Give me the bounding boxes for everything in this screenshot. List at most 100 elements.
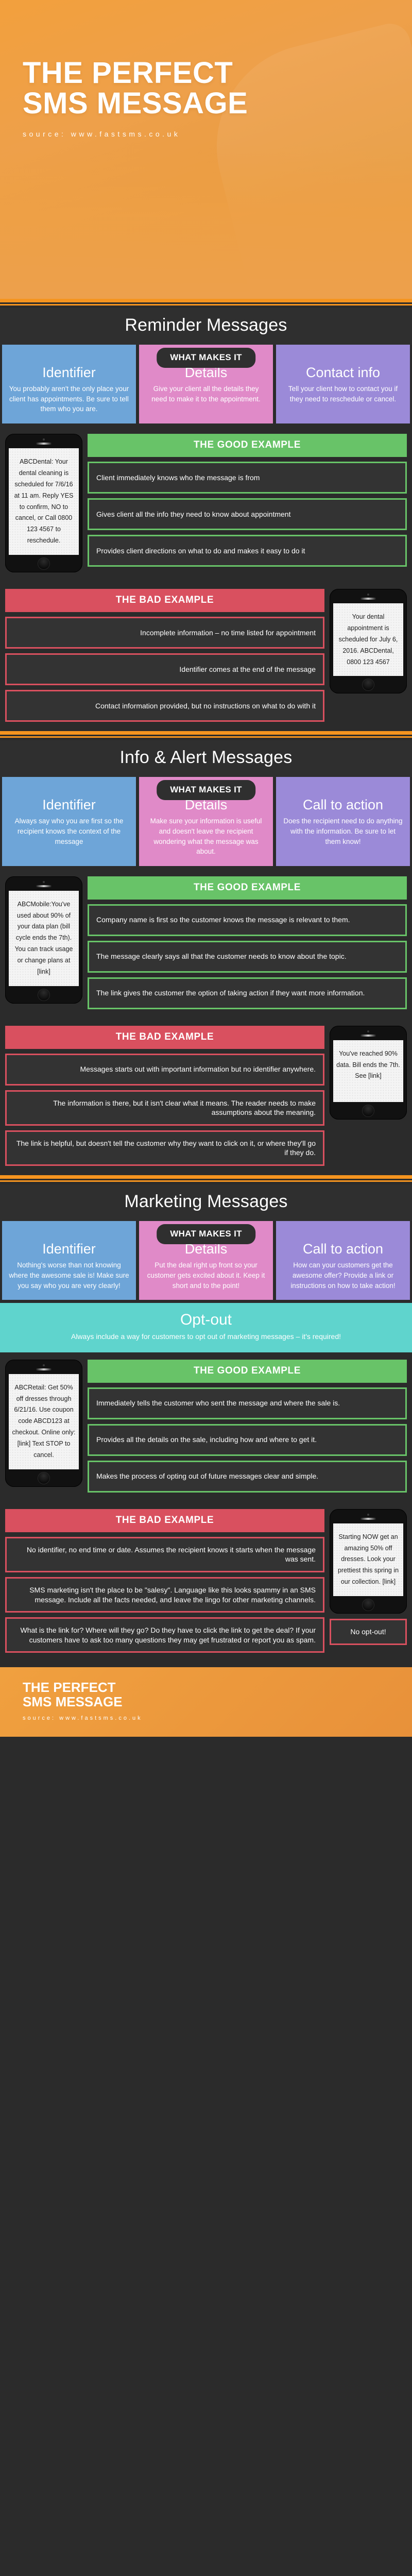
phone-screen-message: ABCDental: Your dental cleaning is sched…	[9, 448, 79, 555]
footer-source: source: www.fastsms.co.uk	[23, 1715, 143, 1722]
optout-banner: Opt-out Always include a way for custome…	[0, 1303, 412, 1352]
good-example-header: THE GOOD EXAMPLE	[88, 434, 407, 457]
column-identifier: Identifier Always say who you are first …	[2, 777, 136, 866]
hero-gradient-overlay	[0, 144, 412, 299]
good-point: The link gives the customer the option o…	[88, 977, 407, 1009]
divider-rule-1	[0, 299, 412, 308]
good-example-header: THE GOOD EXAMPLE	[88, 876, 407, 900]
footer-title: THE PERFECT SMS MESSAGE	[23, 1681, 389, 1709]
page-title: THE PERFECT SMS MESSAGE	[23, 58, 389, 118]
good-point: Gives client all the info they need to k…	[88, 498, 407, 531]
phone-mockup: ABCMobile:You've used about 90% of your …	[5, 876, 82, 1004]
phone-camera-icon	[43, 880, 45, 883]
page-title-line-2: SMS MESSAGE	[23, 87, 248, 121]
column-identifier: Identifier Nothing's worse than not know…	[2, 1221, 136, 1300]
page-title-line-1: THE PERFECT	[23, 56, 233, 90]
phone-screen-message: Your dental appointment is scheduled for…	[333, 603, 403, 676]
footer-banner: THE PERFECT SMS MESSAGE source: www.fast…	[0, 1667, 412, 1737]
what-makes-it-badge: WHAT MAKES IT	[157, 1224, 255, 1245]
phone-screen-message: ABCRetail: Get 50% off dresses through 6…	[9, 1374, 79, 1469]
phone-camera-icon	[367, 594, 369, 596]
column-call-to-action: Call to action How can your customers ge…	[276, 1221, 410, 1300]
bad-point: Incomplete information – no time listed …	[5, 617, 324, 649]
hero-source: source: www.fastsms.co.uk	[23, 130, 181, 139]
bad-example-reminder: Your dental appointment is scheduled for…	[0, 582, 412, 732]
infographic-page: THE PERFECT SMS MESSAGE source: www.fast…	[0, 0, 412, 1737]
bad-point: What is the link for? Where will they go…	[5, 1617, 324, 1653]
footer-title-line-1: THE PERFECT	[23, 1680, 116, 1696]
section-title-info-alert: Info & Alert Messages	[0, 740, 412, 777]
column-body: Does the recipient need to do anything w…	[283, 817, 403, 845]
phone-home-button-icon	[363, 679, 374, 691]
optout-heading: Opt-out	[180, 1311, 232, 1329]
phone-screen-message: Starting NOW get an amazing 50% off dres…	[333, 1523, 403, 1597]
good-point: Makes the process of opting out of futur…	[88, 1460, 407, 1493]
column-body: Make sure your information is useful and…	[150, 817, 262, 856]
good-point: Company name is first so the customer kn…	[88, 904, 407, 936]
phone-mockup: Starting NOW get an amazing 50% off dres…	[330, 1509, 407, 1614]
bad-point: Messages starts out with important infor…	[5, 1053, 324, 1086]
phone-home-button-icon	[38, 1472, 49, 1484]
no-optout-note: No opt-out!	[330, 1619, 407, 1645]
phone-mockup: ABCRetail: Get 50% off dresses through 6…	[5, 1359, 82, 1487]
good-point: The message clearly says all that the cu…	[88, 940, 407, 973]
column-contact-info: Contact info Tell your client how to con…	[276, 345, 410, 424]
column-body: Give your client all the details they ne…	[151, 385, 261, 403]
what-makes-it-info-alert: WHAT MAKES IT Identifier Always say who …	[0, 777, 412, 869]
column-body: Always say who you are first so the reci…	[14, 817, 124, 845]
optout-body: Always include a way for customers to op…	[71, 1332, 341, 1341]
column-call-to-action: Call to action Does the recipient need t…	[276, 777, 410, 866]
phone-speaker-icon	[360, 1517, 376, 1520]
column-heading: Call to action	[302, 1241, 384, 1257]
phone-stack: Starting NOW get an amazing 50% off dres…	[330, 1509, 407, 1645]
what-makes-it-badge: WHAT MAKES IT	[157, 780, 255, 801]
good-example-reminder: ABCDental: Your dental cleaning is sched…	[0, 427, 412, 582]
phone-speaker-icon	[36, 443, 52, 445]
phone-mockup: Your dental appointment is scheduled for…	[330, 589, 407, 694]
column-body: Put the deal right up front so your cust…	[147, 1261, 265, 1290]
phone-camera-icon	[43, 1364, 45, 1366]
bad-point: No identifier, no end time or date. Assu…	[5, 1536, 324, 1572]
bad-point: Contact information provided, but no ins…	[5, 690, 324, 722]
phone-mockup: You've reached 90% data. Bill ends the 7…	[330, 1025, 407, 1120]
phone-home-button-icon	[38, 989, 49, 1001]
bad-example-info-alert: You've reached 90% data. Bill ends the 7…	[0, 1018, 412, 1176]
column-heading: Identifier	[42, 365, 96, 380]
column-heading: Call to action	[302, 797, 384, 813]
phone-mockup: ABCDental: Your dental cleaning is sched…	[5, 434, 82, 573]
column-heading: Contact info	[305, 365, 381, 380]
phone-camera-icon	[43, 438, 45, 441]
column-body: Tell your client how to contact you if t…	[288, 385, 398, 403]
divider-rule-3	[0, 1175, 412, 1185]
bad-example-header: THE BAD EXAMPLE	[5, 589, 324, 613]
column-body: How can your customers get the awesome o…	[290, 1261, 396, 1290]
bad-point: SMS marketing isn't the place to be "sal…	[5, 1577, 324, 1613]
bad-example-marketing: Starting NOW get an amazing 50% off dres…	[0, 1501, 412, 1663]
phone-home-button-icon	[38, 558, 49, 570]
good-example-info-alert: ABCMobile:You've used about 90% of your …	[0, 869, 412, 1019]
bottom-spacer	[0, 1662, 412, 1668]
good-example-header: THE GOOD EXAMPLE	[88, 1359, 407, 1383]
column-heading: Identifier	[42, 797, 96, 813]
phone-home-button-icon	[363, 1599, 374, 1611]
phone-home-button-icon	[363, 1105, 374, 1116]
section-title-reminder: Reminder Messages	[0, 308, 412, 345]
phone-speaker-icon	[360, 1034, 376, 1037]
column-identifier: Identifier You probably aren't the only …	[2, 345, 136, 424]
phone-speaker-icon	[360, 598, 376, 600]
bad-example-header: THE BAD EXAMPLE	[5, 1025, 324, 1049]
good-point: Provides client directions on what to do…	[88, 535, 407, 567]
what-makes-it-marketing: WHAT MAKES IT Identifier Nothing's worse…	[0, 1221, 412, 1303]
good-example-marketing: ABCRetail: Get 50% off dresses through 6…	[0, 1352, 412, 1502]
phone-screen-message: ABCMobile:You've used about 90% of your …	[9, 890, 79, 986]
bad-point: The link is helpful, but doesn't tell th…	[5, 1130, 324, 1166]
what-makes-it-reminder: WHAT MAKES IT Identifier You probably ar…	[0, 345, 412, 427]
phone-camera-icon	[367, 1513, 369, 1516]
phone-speaker-icon	[36, 1368, 52, 1370]
phone-screen-message: You've reached 90% data. Bill ends the 7…	[333, 1040, 403, 1102]
divider-rule-2	[0, 731, 412, 741]
section-title-marketing: Marketing Messages	[0, 1184, 412, 1222]
column-body: You probably aren't the only place your …	[9, 385, 129, 413]
column-heading: Identifier	[42, 1241, 96, 1257]
what-makes-it-badge: WHAT MAKES IT	[157, 348, 255, 368]
